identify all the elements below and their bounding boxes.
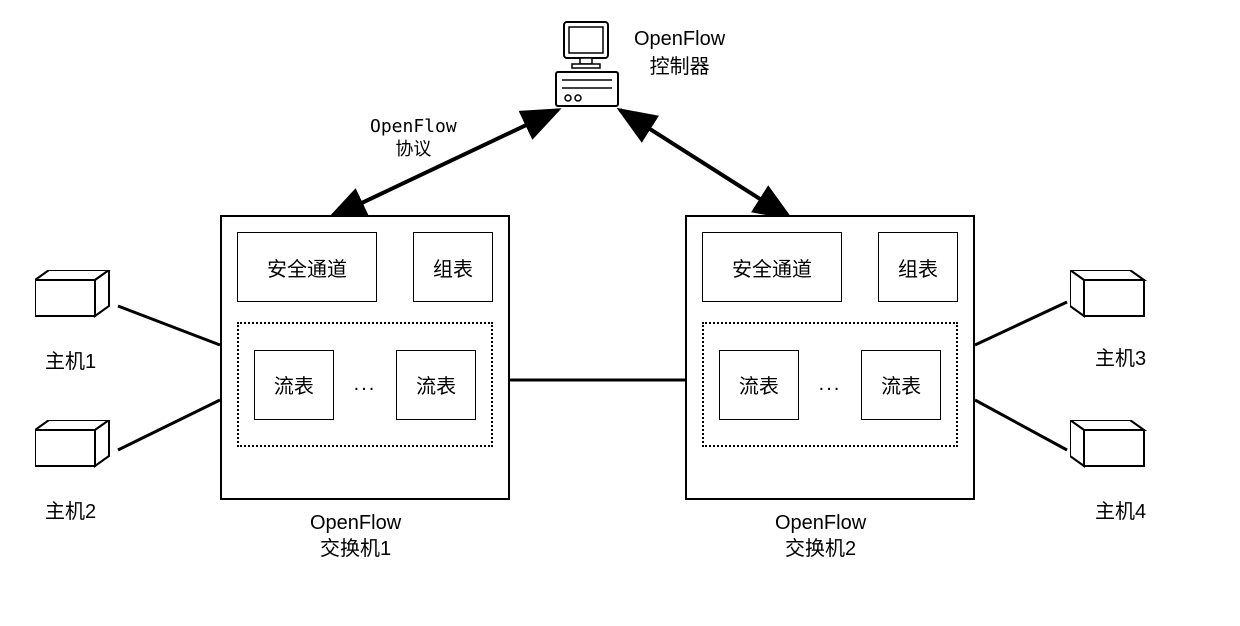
protocol-line-1: OpenFlow bbox=[370, 116, 457, 137]
protocol-line-2: 协议 bbox=[395, 139, 431, 160]
controller-label: OpenFlow 控制器 bbox=[634, 25, 725, 81]
switch-2: 安全通道 组表 流表 ... 流表 bbox=[685, 215, 975, 500]
switch-1-label: OpenFlow 交换机1 bbox=[310, 510, 401, 562]
host-2-icon bbox=[35, 420, 115, 470]
controller-title-1: OpenFlow bbox=[634, 28, 725, 50]
host-4-label: 主机4 bbox=[1095, 495, 1146, 524]
host-4-icon bbox=[1070, 420, 1150, 470]
flow-dots-1: ... bbox=[354, 373, 377, 396]
flow-table-2a: 流表 bbox=[719, 350, 799, 420]
flow-dots-2: ... bbox=[819, 373, 842, 396]
controller-icon bbox=[554, 20, 624, 110]
switch-1-label-1: OpenFlow bbox=[310, 512, 401, 534]
controller-title-2: 控制器 bbox=[650, 56, 710, 78]
flow-tables-2: 流表 ... 流表 bbox=[702, 322, 958, 447]
flow-table-1b: 流表 bbox=[396, 350, 476, 420]
protocol-label: OpenFlow 协议 bbox=[370, 115, 457, 162]
host-3-icon bbox=[1070, 270, 1150, 320]
host-1-label: 主机1 bbox=[45, 345, 96, 374]
flow-tables-1: 流表 ... 流表 bbox=[237, 322, 493, 447]
switch-2-label: OpenFlow 交换机2 bbox=[775, 510, 866, 562]
switch-2-label-1: OpenFlow bbox=[775, 512, 866, 534]
host-2-label: 主机2 bbox=[45, 495, 96, 524]
flow-table-2b: 流表 bbox=[861, 350, 941, 420]
host-3-label: 主机3 bbox=[1095, 342, 1146, 371]
secure-channel-2: 安全通道 bbox=[702, 232, 842, 302]
switch-2-label-2: 交换机2 bbox=[785, 538, 856, 560]
switch-1-label-2: 交换机1 bbox=[320, 538, 391, 560]
switch-1-top-row: 安全通道 组表 bbox=[237, 232, 493, 302]
switch-1: 安全通道 组表 流表 ... 流表 bbox=[220, 215, 510, 500]
flow-table-1a: 流表 bbox=[254, 350, 334, 420]
group-table-1: 组表 bbox=[413, 232, 493, 302]
host-1-icon bbox=[35, 270, 115, 320]
group-table-2: 组表 bbox=[878, 232, 958, 302]
secure-channel-1: 安全通道 bbox=[237, 232, 377, 302]
switch-2-top-row: 安全通道 组表 bbox=[702, 232, 958, 302]
